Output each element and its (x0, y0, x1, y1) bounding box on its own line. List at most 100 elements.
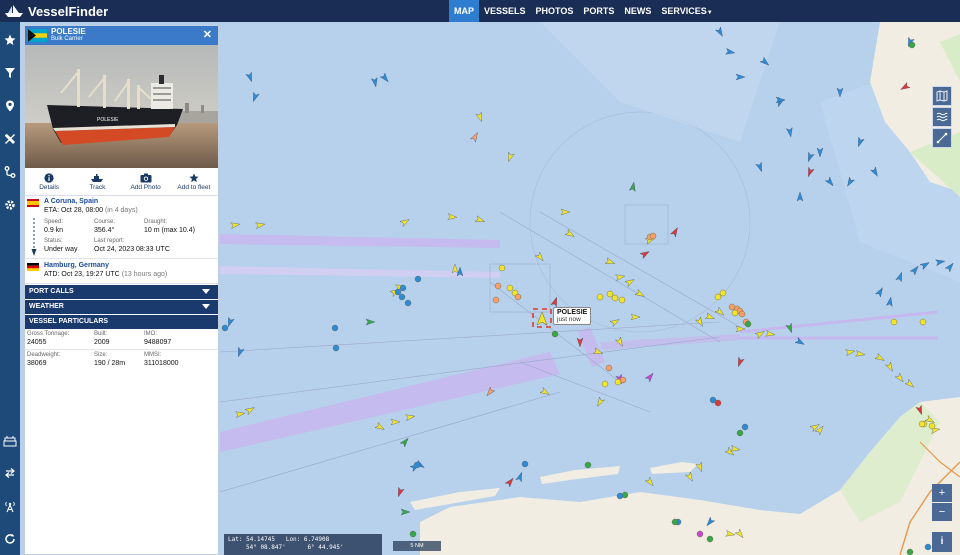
anchored-vessel-marker[interactable] (714, 399, 722, 407)
anchored-vessel-marker[interactable] (521, 460, 529, 468)
nav-ports[interactable]: PORTS (578, 0, 619, 22)
anchored-vessel-marker[interactable] (714, 293, 722, 301)
camera-icon (140, 172, 152, 184)
map-canvas[interactable] (220, 22, 960, 555)
swap-icon[interactable] (3, 466, 17, 480)
anchored-vessel-marker[interactable] (221, 324, 229, 332)
anchored-vessel-marker[interactable] (744, 320, 752, 328)
anchored-vessel-marker[interactable] (506, 284, 514, 292)
vessel-particulars-section[interactable]: VESSEL PARTICULARS (25, 315, 218, 329)
anchored-vessel-marker[interactable] (928, 422, 936, 430)
anchored-vessel-marker[interactable] (919, 318, 927, 326)
vessel-actions: Details Track Add Photo Add to fleet (25, 168, 218, 196)
status-value: Under way (44, 246, 78, 253)
anchored-vessel-marker[interactable] (890, 318, 898, 326)
anchored-vessel-marker[interactable] (706, 535, 714, 543)
vessel-name: POLESIE (51, 27, 86, 36)
add-photo-button[interactable]: Add Photo (122, 168, 170, 195)
last-report-value: Oct 24, 2023 08:33 UTC (94, 246, 170, 253)
ship-track-icon (90, 172, 104, 184)
germany-flag-icon (27, 263, 39, 271)
anchored-vessel-marker[interactable] (398, 293, 406, 301)
destination-port[interactable]: A Coruna, Spain (44, 198, 98, 205)
anchored-vessel-marker[interactable] (584, 461, 592, 469)
measure-icon[interactable] (932, 128, 952, 148)
weather-label: WEATHER (29, 303, 64, 310)
vessel-photo[interactable]: POLESIE (25, 45, 218, 168)
gross-tonnage-value: 24055 (27, 339, 47, 346)
anchored-vessel-marker[interactable] (611, 294, 619, 302)
anchored-vessel-marker[interactable] (924, 543, 932, 551)
filter-icon[interactable] (3, 66, 17, 80)
zoom-in-button[interactable]: + (932, 484, 952, 502)
anchored-vessel-marker[interactable] (616, 492, 624, 500)
zoom-out-button[interactable]: − (932, 503, 952, 521)
anchored-vessel-marker[interactable] (551, 330, 559, 338)
anchored-vessel-marker[interactable] (601, 380, 609, 388)
anchored-vessel-marker[interactable] (514, 293, 522, 301)
port-calls-section[interactable]: PORT CALLS (25, 285, 218, 299)
details-button[interactable]: Details (25, 168, 73, 195)
anchored-vessel-marker[interactable] (413, 461, 421, 469)
anchored-vessel-marker[interactable] (596, 293, 604, 301)
coord-line-dms: 54° 08.847' 6° 44.945' (228, 544, 378, 552)
anchored-vessel-marker[interactable] (498, 264, 506, 272)
gear-icon[interactable] (3, 198, 17, 212)
port-icon[interactable] (3, 434, 17, 448)
nav-news[interactable]: NEWS (619, 0, 656, 22)
course-value: 356.4° (94, 227, 115, 234)
mmsi-label: MMSI: (144, 352, 162, 358)
anchored-vessel-marker[interactable] (918, 420, 926, 428)
anchored-vessel-marker[interactable] (908, 41, 916, 49)
top-bar: VesselFinder MAP VESSELS PHOTOS PORTS NE… (0, 0, 960, 22)
refresh-icon[interactable] (3, 532, 17, 546)
anchored-vessel-marker[interactable] (719, 289, 727, 297)
caret-down-icon: ▼ (706, 10, 713, 16)
anchored-vessel-marker[interactable] (605, 364, 613, 372)
anchored-vessel-marker[interactable] (738, 310, 746, 318)
anchored-vessel-marker[interactable] (409, 530, 417, 538)
weather-section[interactable]: WEATHER (25, 300, 218, 314)
lat-value: 54.14745 (246, 536, 275, 543)
origin-port[interactable]: Hamburg, Germany (44, 262, 109, 269)
brand-logo[interactable]: VesselFinder (4, 2, 108, 20)
pin-icon[interactable] (3, 99, 17, 113)
map-layers-icon[interactable] (932, 86, 952, 106)
star-icon[interactable] (3, 33, 17, 47)
nav-map[interactable]: MAP (449, 0, 479, 22)
nav-services[interactable]: SERVICES▼ (656, 0, 717, 22)
nav-vessels[interactable]: VESSELS (479, 0, 531, 22)
antenna-icon[interactable] (3, 500, 17, 514)
scale-bar: 5 NM (393, 541, 441, 551)
anchored-vessel-marker[interactable] (671, 518, 679, 526)
anchored-vessel-marker[interactable] (906, 548, 914, 555)
close-icon[interactable]: ✕ (203, 28, 212, 41)
anchored-vessel-marker[interactable] (618, 296, 626, 304)
anchored-vessel-marker[interactable] (492, 296, 500, 304)
add-to-fleet-button[interactable]: Add to fleet (170, 168, 218, 195)
anchored-vessel-marker[interactable] (731, 309, 739, 317)
track-button[interactable]: Track (73, 168, 121, 195)
particulars-grid: Gross Tonnage: 24055 Built: 2009 IMO: 94… (25, 329, 218, 369)
anchored-vessel-marker[interactable] (394, 288, 402, 296)
anchored-vessel-marker[interactable] (414, 275, 422, 283)
anchored-vessel-marker[interactable] (332, 344, 340, 352)
map-svg[interactable] (220, 22, 960, 555)
anchored-vessel-marker[interactable] (741, 423, 749, 431)
route-icon[interactable] (3, 165, 17, 179)
lon-value: 6.74908 (303, 536, 330, 543)
anchored-vessel-marker[interactable] (619, 376, 627, 384)
anchored-vessel-marker[interactable] (696, 530, 704, 538)
nav-photos[interactable]: PHOTOS (531, 0, 579, 22)
weather-layer-icon[interactable] (932, 107, 952, 127)
anchored-vessel-marker[interactable] (606, 290, 614, 298)
anchored-vessel-marker[interactable] (404, 299, 412, 307)
anchored-vessel-marker[interactable] (494, 282, 502, 290)
tools-icon[interactable] (3, 132, 17, 146)
eta-value: ETA: Oct 28, 08:00 (44, 207, 104, 214)
info-button[interactable]: i (932, 532, 952, 552)
anchored-vessel-marker[interactable] (736, 429, 744, 437)
anchored-vessel-marker[interactable] (649, 232, 657, 240)
anchored-vessel-marker[interactable] (331, 324, 339, 332)
anchored-vessel-marker[interactable] (399, 284, 407, 292)
